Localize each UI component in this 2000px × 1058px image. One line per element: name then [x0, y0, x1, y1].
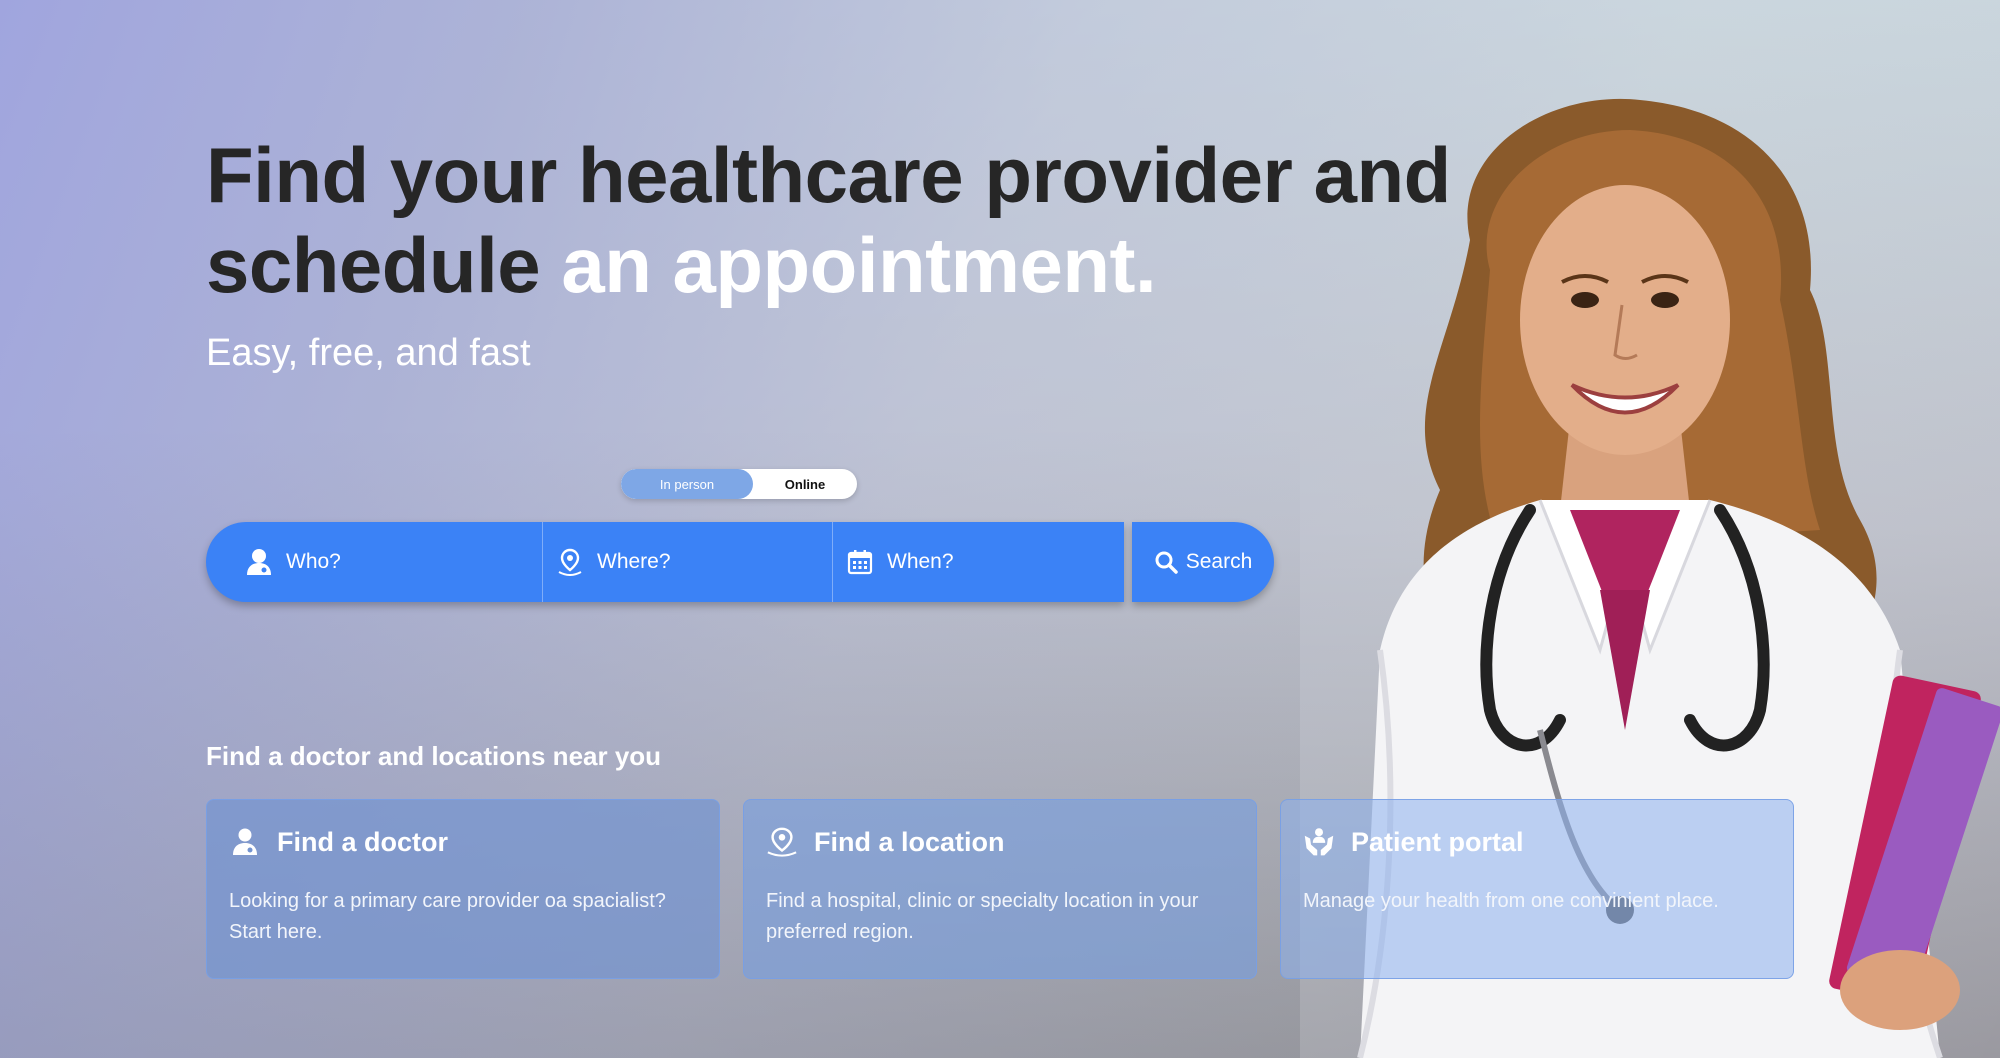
search-button-label: Search	[1185, 550, 1253, 573]
when-field[interactable]: When?	[832, 522, 1124, 602]
card-description: Manage your health from one convinient p…	[1303, 890, 1719, 912]
card-patient-portal[interactable]: Patient portal Manage your health from o…	[1280, 799, 1794, 979]
toggle-option-online[interactable]: Online	[753, 469, 857, 499]
card-find-doctor[interactable]: Find a doctor Looking for a primary care…	[206, 799, 720, 979]
card-title: Patient portal	[1351, 826, 1524, 857]
toggle-option-in-person[interactable]: In person	[621, 469, 753, 499]
card-description: Looking for a primary care provider oa s…	[229, 890, 666, 943]
where-field[interactable]: Where?	[542, 522, 832, 602]
card-title-row: Patient portal	[1303, 822, 1771, 862]
who-placeholder: Who?	[286, 550, 341, 573]
visit-type-toggle[interactable]: In person Online	[621, 469, 857, 499]
when-placeholder: When?	[887, 550, 954, 573]
card-title-row: Find a location	[766, 822, 1234, 862]
doctor-icon	[229, 825, 261, 859]
search-button[interactable]: Search	[1132, 522, 1274, 602]
where-placeholder: Where?	[597, 550, 671, 573]
search-bar: Who? Where? When?	[206, 522, 1124, 602]
location-pin-icon	[555, 547, 585, 577]
page: Find your healthcare provider and schedu…	[0, 0, 2000, 1058]
hero-subtitle: Easy, free, and fast	[206, 332, 531, 374]
hero-headline: Find your healthcare provider and schedu…	[206, 130, 1506, 310]
search-icon	[1154, 550, 1178, 574]
headline-highlight-text: an appointment.	[561, 221, 1157, 309]
section-title: Find a doctor and locations near you	[206, 741, 662, 771]
care-hands-icon	[1303, 825, 1335, 859]
person-icon	[244, 547, 274, 577]
calendar-icon	[845, 547, 875, 577]
card-title: Find a location	[814, 826, 1005, 857]
card-description: Find a hospital, clinic or specialty loc…	[766, 890, 1199, 943]
card-find-location[interactable]: Find a location Find a hospital, clinic …	[743, 799, 1257, 979]
location-pin-icon	[766, 825, 798, 859]
card-title-row: Find a doctor	[229, 822, 697, 862]
who-field[interactable]: Who?	[206, 522, 542, 602]
quick-links: Find a doctor Looking for a primary care…	[206, 799, 1796, 981]
card-title: Find a doctor	[277, 826, 448, 857]
